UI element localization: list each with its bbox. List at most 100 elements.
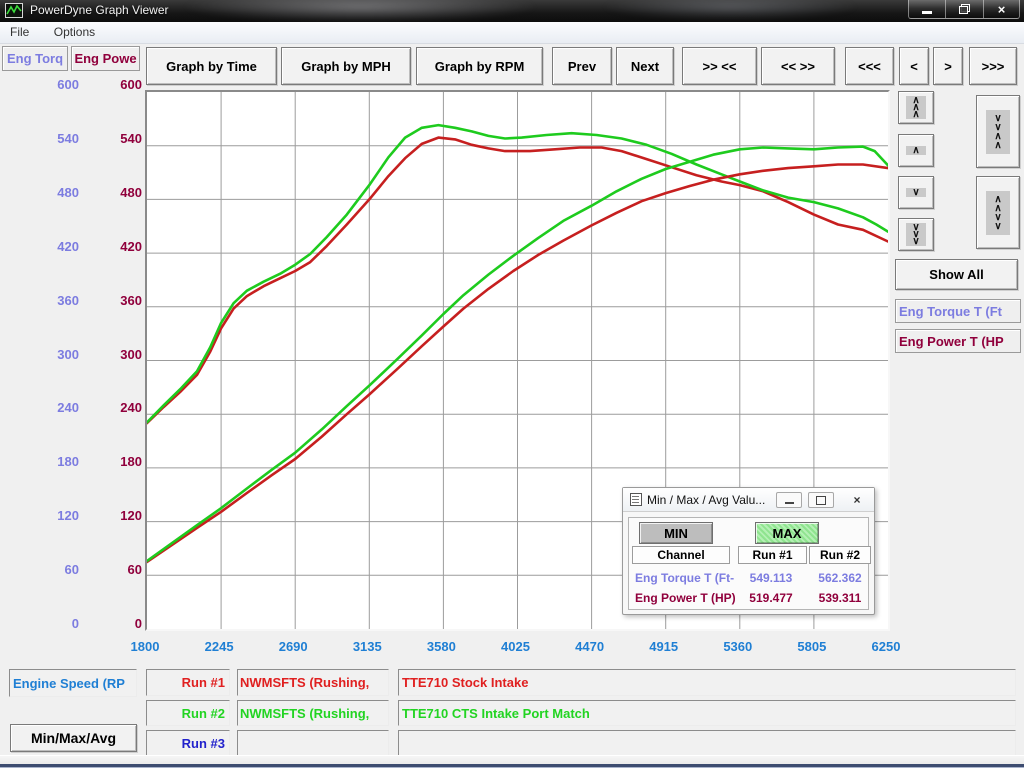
expand-chevrons-icon: ∧ ∧ ∨ ∨ xyxy=(986,191,1009,235)
scroll-left-fast-button[interactable]: <<< xyxy=(845,47,894,85)
run3-name[interactable] xyxy=(237,730,389,757)
eng-power-axis-button[interactable]: Eng Powe xyxy=(71,46,140,71)
zoom-in-x-button[interactable]: >> << xyxy=(682,47,757,85)
torque-axis-tick-600: 600 xyxy=(17,77,79,92)
minimize-icon xyxy=(922,11,932,14)
eng-torque-axis-button[interactable]: Eng Torq xyxy=(2,46,68,71)
run2-label[interactable]: Run #2 xyxy=(146,700,230,726)
next-button[interactable]: Next xyxy=(616,47,674,85)
restore-button[interactable] xyxy=(946,0,984,19)
graph-by-rpm-button[interactable]: Graph by RPM xyxy=(416,47,543,85)
rpm-axis-tick-6250: 6250 xyxy=(854,639,918,654)
torque-axis-tick-180: 180 xyxy=(17,454,79,469)
torque-axis-tick-60: 60 xyxy=(17,562,79,577)
power-axis-tick-240: 240 xyxy=(80,400,142,415)
minmax-close-button[interactable]: × xyxy=(844,492,870,508)
torque-axis-tick-300: 300 xyxy=(17,347,79,362)
scroll-left-button[interactable]: < xyxy=(899,47,929,85)
power-series-label[interactable]: Eng Power T (HP xyxy=(895,329,1021,353)
menu-options[interactable]: Options xyxy=(44,22,105,39)
max-button[interactable]: MAX xyxy=(755,522,819,544)
minimize-icon xyxy=(785,502,794,504)
rpm-axis-tick-2245: 2245 xyxy=(187,639,251,654)
power-axis-tick-300: 300 xyxy=(80,347,142,362)
chevron-up-icon: ∧ xyxy=(906,146,925,155)
restore-icon xyxy=(816,496,826,505)
minimize-button[interactable] xyxy=(908,0,946,19)
window-title: PowerDyne Graph Viewer xyxy=(30,3,169,17)
y-scale-down-button[interactable]: ∨ xyxy=(898,176,934,209)
minmaxavg-button[interactable]: Min/Max/Avg xyxy=(10,724,137,752)
power-axis-tick-540: 540 xyxy=(80,131,142,146)
rpm-axis-tick-5805: 5805 xyxy=(780,639,844,654)
triple-chevron-down-icon: ∨ ∨ ∨ xyxy=(906,223,925,246)
torque-axis-tick-540: 540 xyxy=(17,131,79,146)
torque-axis-tick-0: 0 xyxy=(17,616,79,631)
power-row-label: Eng Power T (HP) xyxy=(635,591,736,605)
power-axis-tick-120: 120 xyxy=(80,508,142,523)
run3-label[interactable]: Run #3 xyxy=(146,730,230,757)
scroll-right-button[interactable]: > xyxy=(933,47,963,85)
rpm-axis-tick-3580: 3580 xyxy=(409,639,473,654)
triple-chevron-up-icon: ∧ ∧ ∧ xyxy=(906,96,925,119)
torque-run2-value: 562.362 xyxy=(807,571,873,585)
show-all-button[interactable]: Show All xyxy=(895,259,1018,290)
rpm-axis-tick-1800: 1800 xyxy=(113,639,177,654)
power-run2-value: 539.311 xyxy=(807,591,873,605)
zoom-out-x-button[interactable]: << >> xyxy=(761,47,835,85)
run1-column-header[interactable]: Run #1 xyxy=(738,546,807,564)
torque-axis-tick-480: 480 xyxy=(17,185,79,200)
app-window: PowerDyne Graph Viewer × File Options En… xyxy=(0,0,1024,768)
axis-collapse-button[interactable]: ∨ ∨ ∧ ∧ xyxy=(976,95,1020,168)
rpm-axis-tick-3135: 3135 xyxy=(335,639,399,654)
axis-expand-button[interactable]: ∧ ∧ ∨ ∨ xyxy=(976,176,1020,249)
glass-reflection xyxy=(600,0,860,20)
prev-button[interactable]: Prev xyxy=(552,47,612,85)
power-run1-value: 519.477 xyxy=(738,591,804,605)
x-channel-label[interactable]: Engine Speed (RP xyxy=(9,669,137,697)
torque-axis-tick-240: 240 xyxy=(17,400,79,415)
power-axis-tick-600: 600 xyxy=(80,77,142,92)
graph-by-time-button[interactable]: Graph by Time xyxy=(146,47,277,85)
run3-description[interactable] xyxy=(398,730,1016,757)
torque-axis-tick-360: 360 xyxy=(17,293,79,308)
document-icon xyxy=(630,493,642,506)
window-bottom-border xyxy=(0,755,1024,768)
graph-by-mph-button[interactable]: Graph by MPH xyxy=(281,47,411,85)
close-icon: × xyxy=(853,494,860,506)
torque-axis-tick-120: 120 xyxy=(17,508,79,523)
torque-row-label: Eng Torque T (Ft- xyxy=(635,571,734,585)
y-scale-up-button[interactable]: ∧ xyxy=(898,134,934,167)
torque-series-label[interactable]: Eng Torque T (Ft xyxy=(895,299,1021,323)
rpm-axis-tick-4915: 4915 xyxy=(632,639,696,654)
restore-icon xyxy=(959,4,970,14)
chevron-down-icon: ∨ xyxy=(906,188,925,197)
y-scale-up-fast-button[interactable]: ∧ ∧ ∧ xyxy=(898,91,934,124)
min-button[interactable]: MIN xyxy=(639,522,713,544)
rpm-axis-tick-5360: 5360 xyxy=(706,639,770,654)
torque-axis-tick-420: 420 xyxy=(17,239,79,254)
title-bar[interactable]: PowerDyne Graph Viewer × xyxy=(0,0,1024,22)
minmax-restore-button[interactable] xyxy=(808,492,834,508)
app-icon xyxy=(5,3,23,18)
run2-column-header[interactable]: Run #2 xyxy=(809,546,871,564)
run2-name[interactable]: NWMSFTS (Rushing, xyxy=(237,700,389,726)
minmax-title-bar[interactable]: Min / Max / Avg Valu... × xyxy=(623,488,874,512)
torque-run1-value: 549.113 xyxy=(738,571,804,585)
run1-name[interactable]: NWMSFTS (Rushing, xyxy=(237,669,389,696)
rpm-axis-tick-2690: 2690 xyxy=(261,639,325,654)
rpm-axis-tick-4470: 4470 xyxy=(558,639,622,654)
y-scale-down-fast-button[interactable]: ∨ ∨ ∨ xyxy=(898,218,934,251)
minmax-window-title: Min / Max / Avg Valu... xyxy=(647,493,765,507)
minmax-window[interactable]: Min / Max / Avg Valu... × MIN MAX Channe… xyxy=(622,487,875,615)
power-axis-tick-0: 0 xyxy=(80,616,142,631)
run2-description[interactable]: TTE710 CTS Intake Port Match xyxy=(398,700,1016,726)
menu-file[interactable]: File xyxy=(0,22,39,39)
power-axis-tick-360: 360 xyxy=(80,293,142,308)
scroll-right-fast-button[interactable]: >>> xyxy=(969,47,1017,85)
minmax-minimize-button[interactable] xyxy=(776,492,802,508)
close-button[interactable]: × xyxy=(984,0,1020,19)
run1-label[interactable]: Run #1 xyxy=(146,669,230,696)
run1-description[interactable]: TTE710 Stock Intake xyxy=(398,669,1016,696)
channel-column-header[interactable]: Channel xyxy=(632,546,730,564)
